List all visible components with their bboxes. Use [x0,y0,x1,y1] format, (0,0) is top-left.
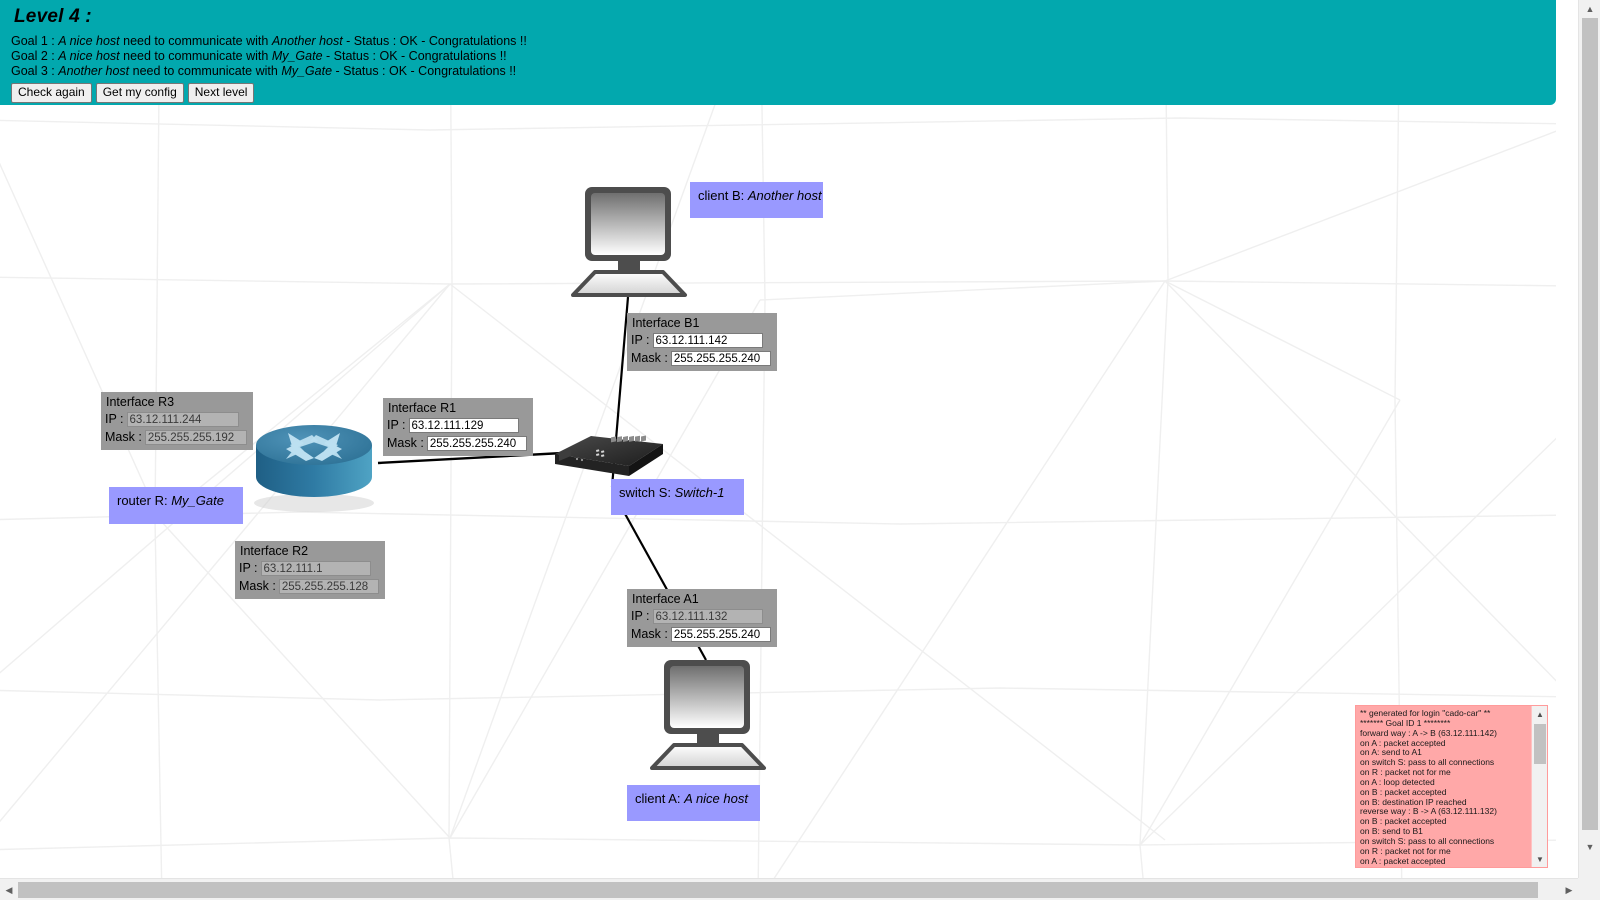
ip-label: IP : [387,417,409,434]
ip-label: IP : [631,608,653,625]
mask-input-a1[interactable] [671,627,771,642]
goal-target: My_Gate [281,64,332,78]
ip-label: IP : [631,332,653,349]
goal-list: Goal 1 : A nice host need to communicate… [8,34,1556,79]
mask-input-b1[interactable] [671,351,771,366]
page-horizontal-scroll-thumb[interactable] [18,882,1538,898]
goal-prefix: Goal 2 : [11,49,58,63]
label-client-b[interactable]: client B: Another host [690,182,823,218]
interface-mask-row: Mask : [239,578,381,595]
get-my-config-button[interactable]: Get my config [96,83,184,103]
next-level-button[interactable]: Next level [188,83,255,103]
page-scroll-up-arrow[interactable]: ▲ [1579,0,1600,18]
interface-title: Interface R2 [239,544,381,559]
mask-input-r2[interactable] [279,579,379,594]
interface-ip-row: IP : [387,417,529,434]
ip-label: IP : [105,411,127,428]
interface-mask-row: Mask : [631,350,773,367]
interface-mask-row: Mask : [105,429,249,446]
interface-mask-row: Mask : [631,626,773,643]
canvas-viewport: Interface R3 IP : Mask : Interface R1 IP… [0,0,1556,878]
interface-box-a1: Interface A1 IP : Mask : [627,589,777,647]
goal-target: Another host [272,34,343,48]
header-button-row: Check againGet my configNext level [11,83,1556,103]
page-scroll-down-arrow[interactable]: ▼ [1579,838,1600,856]
log-scroll-thumb[interactable] [1534,724,1546,764]
label-client-b-prefix: client B: [698,188,748,203]
goal-source: Another host [58,64,129,78]
mask-label: Mask : [239,578,279,595]
level-header: Level 4 : Goal 1 : A nice host need to c… [0,0,1556,105]
label-client-b-value: Another host [748,188,822,203]
simulation-log-text: ** generated for login "cado-car" ******… [1356,706,1531,867]
mask-label: Mask : [631,626,671,643]
router-r-device[interactable] [248,415,383,515]
scrollbar-corner [1578,878,1600,900]
client-b-device[interactable] [553,185,703,300]
page-vertical-scroll-thumb[interactable] [1582,18,1598,830]
interface-ip-row: IP : [631,332,773,349]
interface-box-r1: Interface R1 IP : Mask : [383,398,533,456]
label-router-r-value: My_Gate [171,493,224,508]
log-line: on A : packet accepted [1360,857,1529,867]
interface-title: Interface A1 [631,592,773,607]
goal-line-1: Goal 1 : A nice host need to communicate… [11,34,1556,49]
mask-label: Mask : [105,429,145,446]
goal-source: A nice host [58,49,119,63]
mask-input-r1[interactable] [427,436,527,451]
label-client-a-value: A nice host [684,791,748,806]
page-title: Level 4 : [14,6,1556,28]
simulation-log-panel[interactable]: ** generated for login "cado-car" ******… [1355,705,1548,868]
label-client-a[interactable]: client A: A nice host [627,785,760,821]
ip-input-b1[interactable] [653,333,763,348]
ip-label: IP : [239,560,261,577]
ip-input-r1[interactable] [409,418,519,433]
interface-ip-row: IP : [631,608,773,625]
interface-title: Interface R3 [105,395,249,410]
mask-label: Mask : [387,435,427,452]
goal-status: - Status : OK - Congratulations !! [323,49,507,63]
goal-source: A nice host [58,34,119,48]
goal-mid: need to communicate with [120,49,272,63]
label-switch-s-value: Switch-1 [675,485,725,500]
interface-ip-row: IP : [239,560,381,577]
ip-input-a1[interactable] [653,609,763,624]
goal-prefix: Goal 1 : [11,34,58,48]
goal-line-3: Goal 3 : Another host need to communicat… [11,64,1556,79]
log-scroll-down-arrow[interactable]: ▼ [1532,851,1548,867]
ip-input-r3[interactable] [127,412,239,427]
page-scroll-left-arrow[interactable]: ◀ [0,879,18,901]
goal-mid: need to communicate with [120,34,272,48]
interface-ip-row: IP : [105,411,249,428]
mask-label: Mask : [631,350,671,367]
page-horizontal-scrollbar[interactable]: ◀ ▶ [0,878,1600,900]
interface-mask-row: Mask : [387,435,529,452]
client-a-device[interactable] [632,658,782,773]
label-router-r-prefix: router R: [117,493,171,508]
goal-target: My_Gate [272,49,323,63]
log-scroll-up-arrow[interactable]: ▲ [1532,706,1548,722]
label-client-a-prefix: client A: [635,791,684,806]
label-switch-s-prefix: switch S: [619,485,675,500]
goal-mid: need to communicate with [129,64,281,78]
interface-title: Interface B1 [631,316,773,331]
interface-box-b1: Interface B1 IP : Mask : [627,313,777,371]
log-scrollbar[interactable]: ▲ ▼ [1531,706,1547,867]
page-scroll-right-arrow[interactable]: ▶ [1560,879,1578,901]
interface-title: Interface R1 [387,401,529,416]
label-router-r[interactable]: router R: My_Gate [109,487,243,524]
mask-input-r3[interactable] [145,430,247,445]
goal-prefix: Goal 3 : [11,64,58,78]
interface-box-r2: Interface R2 IP : Mask : [235,541,385,599]
interface-box-r3: Interface R3 IP : Mask : [101,392,253,450]
check-again-button[interactable]: Check again [11,83,92,103]
goal-status: - Status : OK - Congratulations !! [332,64,516,78]
switch-s-device[interactable] [551,430,666,482]
goal-line-2: Goal 2 : A nice host need to communicate… [11,49,1556,64]
ip-input-r2[interactable] [261,561,371,576]
page-vertical-scrollbar[interactable]: ▲ ▼ [1578,0,1600,878]
goal-status: - Status : OK - Congratulations !! [343,34,527,48]
label-switch-s[interactable]: switch S: Switch-1 [611,479,744,515]
